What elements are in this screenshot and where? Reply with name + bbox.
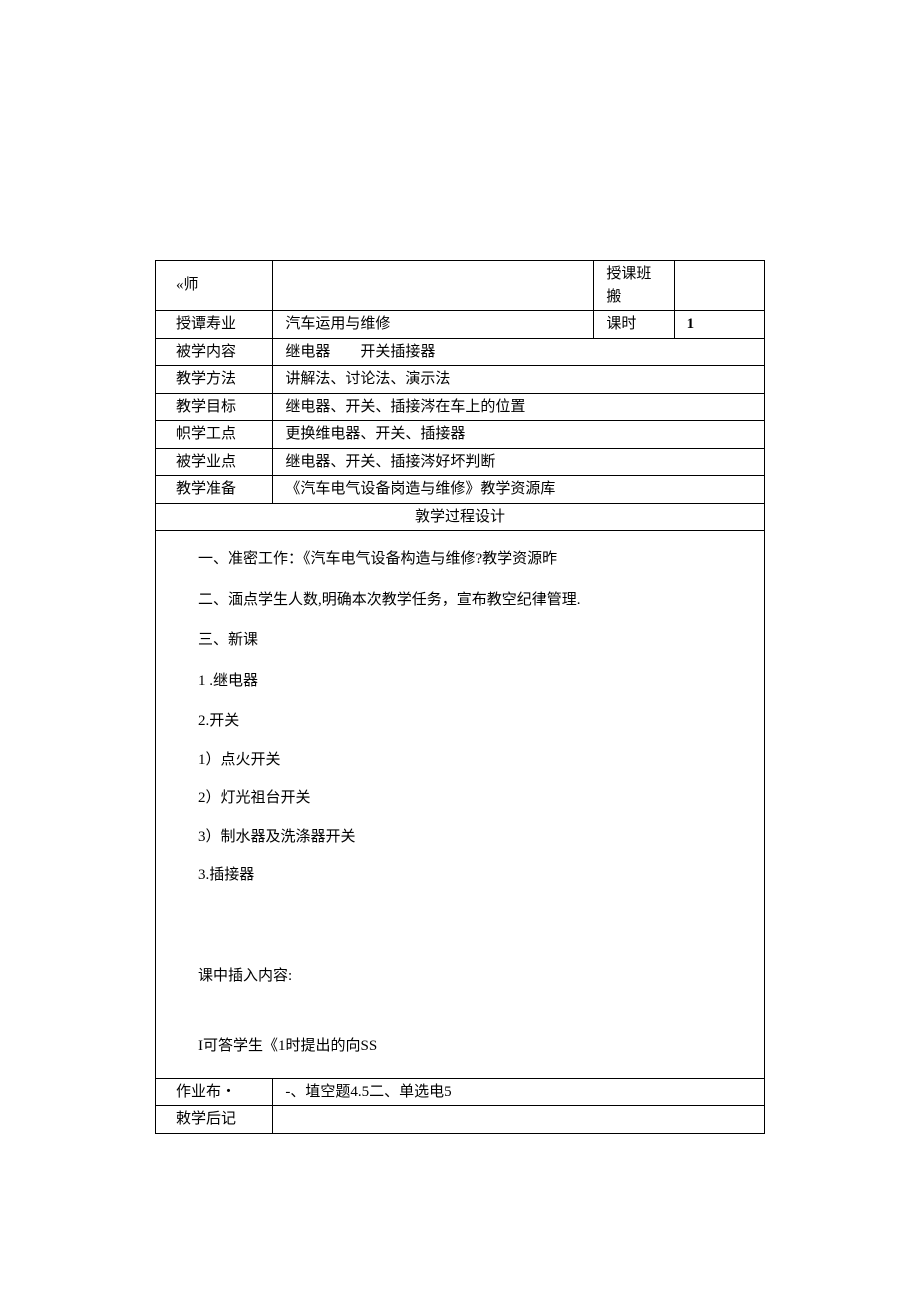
lesson-plan-table: «师 授课班搬 授谭寿业 汽车运用与维修 课时 1 被学内容 继电器 开关插接器… xyxy=(155,260,765,1134)
insert-content-line: 课中插入内容: xyxy=(198,965,722,988)
process-design-title: 敦学过程设计 xyxy=(156,503,765,531)
class-label: 授课班搬 xyxy=(594,261,674,311)
class-value xyxy=(674,261,764,311)
difficulty-label: 被学业点 xyxy=(156,448,273,476)
keypoint-value: 更换维电器、开关、插接器 xyxy=(273,421,765,449)
footer-row-2: 敕学后记 xyxy=(156,1106,765,1134)
section-title-row: 敦学过程设计 xyxy=(156,503,765,531)
wiper-switch-line: 3）制水器及洗涤器开关 xyxy=(198,826,722,849)
postscript-label: 敕学后记 xyxy=(156,1106,273,1134)
method-value: 讲解法、讨论法、演示法 xyxy=(273,366,765,394)
header-row-6: 帜学工点 更换维电器、开关、插接器 xyxy=(156,421,765,449)
spacer xyxy=(198,1005,722,1035)
header-row-3: 被学内容 继电器 开关插接器 xyxy=(156,338,765,366)
content-value: 继电器 开关插接器 xyxy=(273,338,765,366)
postscript-value xyxy=(273,1106,765,1134)
new-lesson-line: 三、新课 xyxy=(198,629,722,652)
profession-label: 授谭寿业 xyxy=(156,311,273,339)
prep-value: 《汽车电气设备岗造与维修》教学资源库 xyxy=(273,476,765,504)
content-label: 被学内容 xyxy=(156,338,273,366)
ignition-switch-line: 1）点火开关 xyxy=(198,749,722,772)
hours-value: 1 xyxy=(674,311,764,339)
difficulty-value: 继电器、开关、插接涔好坏判断 xyxy=(273,448,765,476)
lesson-plan-document: «师 授课班搬 授谭寿业 汽车运用与维修 课时 1 被学内容 继电器 开关插接器… xyxy=(0,0,920,1134)
keypoint-label: 帜学工点 xyxy=(156,421,273,449)
header-row-7: 被学业点 继电器、开关、插接涔好坏判断 xyxy=(156,448,765,476)
prep-work-line: 一、准密工作：《汽车电气设备构造与维修?教学资源昨 xyxy=(198,548,722,571)
light-switch-line: 2）灯光祖台开关 xyxy=(198,787,722,810)
content-row: 一、准密工作：《汽车电气设备构造与维修?教学资源昨 二、湎点学生人数,明确本次教… xyxy=(156,531,765,1079)
teacher-value xyxy=(273,261,594,311)
qa-line: I可答学生《1时提出的向SS xyxy=(198,1035,722,1058)
hours-label: 课时 xyxy=(594,311,674,339)
profession-value: 汽车运用与维修 xyxy=(273,311,594,339)
method-label: 教学方法 xyxy=(156,366,273,394)
header-row-2: 授谭寿业 汽车运用与维修 课时 1 xyxy=(156,311,765,339)
header-row-4: 教学方法 讲解法、讨论法、演示法 xyxy=(156,366,765,394)
content-cell: 一、准密工作：《汽车电气设备构造与维修?教学资源昨 二、湎点学生人数,明确本次教… xyxy=(156,531,765,1079)
header-row-8: 教学准备 《汽车电气设备岗造与维修》教学资源库 xyxy=(156,476,765,504)
relay-line: 1 .继电器 xyxy=(198,670,722,693)
homework-value: -、埴空题4.5二、单选电5 xyxy=(273,1078,765,1106)
goal-value: 继电器、开关、插接涔在车上的位置 xyxy=(273,393,765,421)
connector-line: 3.插接器 xyxy=(198,864,722,887)
spacer xyxy=(198,905,722,965)
prep-label: 教学准备 xyxy=(156,476,273,504)
homework-label: 作业布・ xyxy=(156,1078,273,1106)
header-row-5: 教学目标 继电器、开关、插接涔在车上的位置 xyxy=(156,393,765,421)
attendance-line: 二、湎点学生人数,明确本次教学任务，宣布教空纪律管理. xyxy=(198,589,722,612)
header-row-1: «师 授课班搬 xyxy=(156,261,765,311)
switch-line: 2.开关 xyxy=(198,710,722,733)
teacher-label: «师 xyxy=(156,261,273,311)
footer-row-1: 作业布・ -、埴空题4.5二、单选电5 xyxy=(156,1078,765,1106)
content-body: 一、准密工作：《汽车电气设备构造与维修?教学资源昨 二、湎点学生人数,明确本次教… xyxy=(168,533,752,1076)
goal-label: 教学目标 xyxy=(156,393,273,421)
